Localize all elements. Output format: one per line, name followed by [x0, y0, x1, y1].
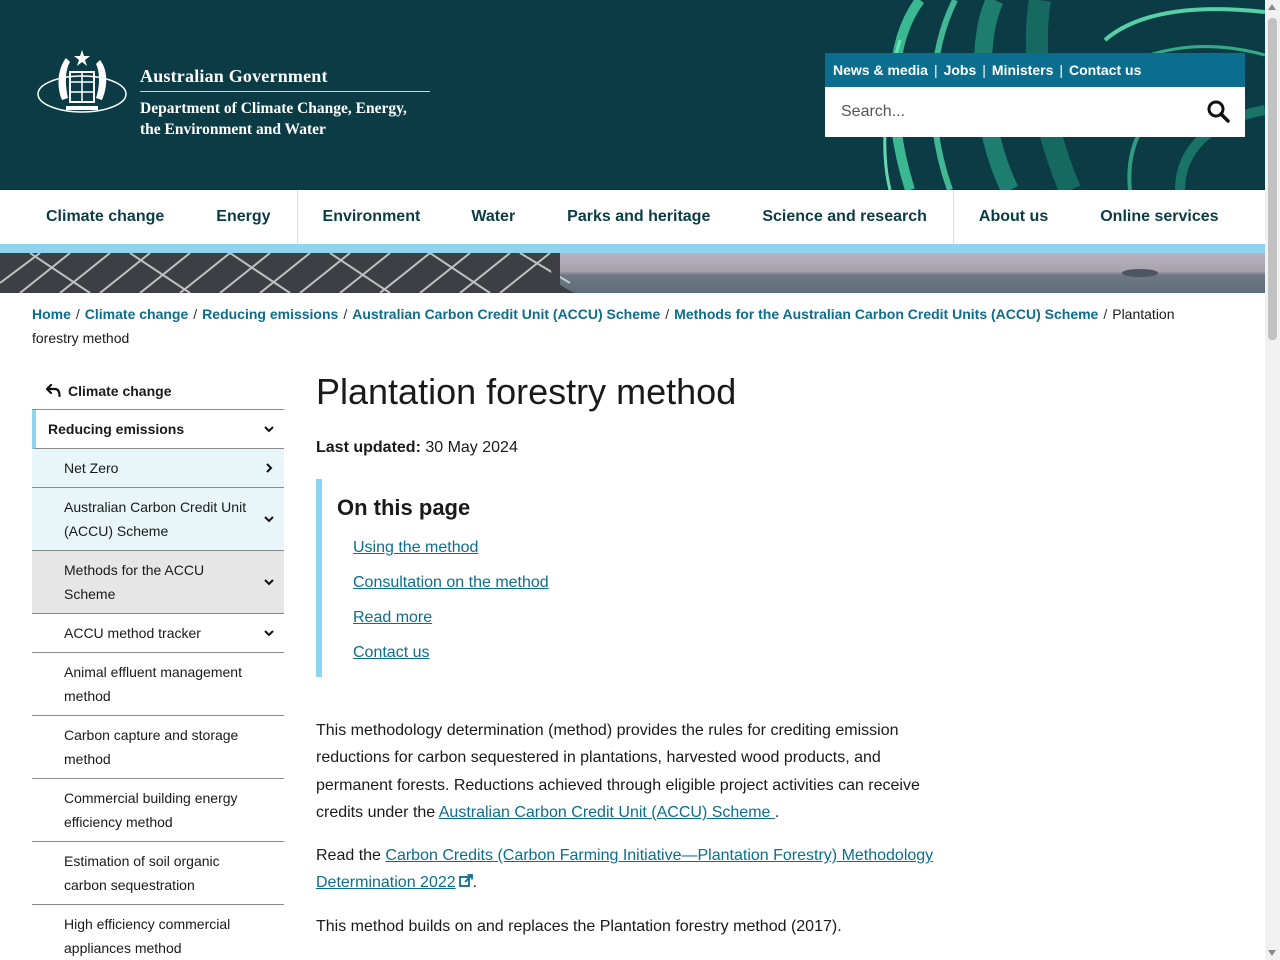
- util-link-contact-us[interactable]: Contact us: [1069, 62, 1141, 78]
- determination-end: .: [472, 874, 478, 892]
- util-separator: |: [1059, 62, 1064, 78]
- sidebar-item-label: High efficiency commercial appliances me…: [64, 916, 231, 956]
- util-link-news-media[interactable]: News & media: [833, 62, 928, 78]
- sidebar-item-soil-organic-carbon[interactable]: Estimation of soil organic carbon seques…: [32, 842, 284, 905]
- toc-link-read-more[interactable]: Read more: [353, 607, 716, 628]
- breadcrumb-separator: /: [75, 306, 80, 322]
- accu-scheme-link[interactable]: Australian Carbon Credit Unit (ACCU) Sch…: [439, 804, 775, 821]
- department-name-line2: the Environment and Water: [140, 121, 326, 138]
- sidebar-item-accu-methods[interactable]: Methods for the ACCU Scheme: [32, 551, 284, 614]
- breadcrumb-separator: /: [343, 306, 348, 322]
- util-link-ministers[interactable]: Ministers: [992, 62, 1053, 78]
- search-button[interactable]: [1205, 99, 1231, 125]
- chevron-down-icon: [264, 579, 274, 586]
- chevron-right-icon: [266, 463, 273, 473]
- search-box: [825, 87, 1245, 137]
- toc-link-consultation[interactable]: Consultation on the method: [353, 572, 716, 593]
- sidebar-item-label: Estimation of soil organic carbon seques…: [64, 853, 220, 893]
- sidebar-item-commercial-building[interactable]: Commercial building energy efficiency me…: [32, 779, 284, 842]
- breadcrumb-climate-change[interactable]: Climate change: [85, 306, 188, 322]
- page-title: Plantation forestry method: [316, 371, 737, 412]
- nav-climate-change[interactable]: Climate change: [0, 190, 190, 244]
- last-updated-label: Last updated:: [316, 439, 421, 456]
- breadcrumb-accu-methods[interactable]: Methods for the Australian Carbon Credit…: [674, 306, 1098, 322]
- sidebar-item-reducing-emissions[interactable]: Reducing emissions: [32, 410, 284, 449]
- determination-paragraph: Read the Carbon Credits (Carbon Farming …: [316, 842, 946, 897]
- scrollbar-thumb[interactable]: [1268, 18, 1277, 340]
- page-banner-image: [0, 253, 1265, 293]
- back-arrow-icon: [46, 384, 61, 397]
- scroll-down-arrow-icon[interactable]: [1268, 950, 1276, 956]
- department-name[interactable]: Department of Climate Change, Energy, th…: [140, 98, 440, 140]
- main-content: Plantation forestry method Last updated:…: [316, 370, 946, 940]
- sidebar-item-label: Reducing emissions: [48, 421, 185, 437]
- nav-online-services[interactable]: Online services: [1074, 190, 1244, 244]
- sidebar-item-commercial-appliances[interactable]: High efficiency commercial appliances me…: [32, 905, 284, 960]
- nav-environment[interactable]: Environment: [298, 190, 447, 244]
- logo-divider: [140, 91, 430, 92]
- nav-accent-strip: [0, 244, 1265, 253]
- scroll-up-arrow-icon[interactable]: [1268, 4, 1276, 10]
- main-navigation: Climate change Energy Environment Water …: [0, 190, 1265, 244]
- sidebar-item-label: ACCU method tracker: [64, 625, 201, 641]
- util-separator: |: [982, 62, 986, 78]
- sidebar-item-animal-effluent[interactable]: Animal effluent management method: [32, 653, 284, 716]
- breadcrumb-separator: /: [665, 306, 670, 322]
- chevron-down-icon: [264, 630, 274, 637]
- nav-about-us[interactable]: About us: [954, 190, 1074, 244]
- sidebar-back-link[interactable]: Climate change: [32, 372, 284, 410]
- nav-water[interactable]: Water: [446, 190, 541, 244]
- nav-science-research[interactable]: Science and research: [736, 190, 953, 244]
- breadcrumb: Home / Climate change / Reducing emissions / A…: [32, 302, 1212, 350]
- toc-link-contact-us[interactable]: Contact us: [353, 642, 716, 663]
- department-name-line1: Department of Climate Change, Energy,: [140, 100, 407, 117]
- australian-coat-of-arms-icon: [37, 50, 127, 113]
- sidebar-item-label: Carbon capture and storage method: [64, 727, 239, 767]
- nav-energy[interactable]: Energy: [190, 190, 296, 244]
- sidebar-item-label: Animal effluent management method: [64, 664, 242, 704]
- util-link-jobs[interactable]: Jobs: [944, 62, 977, 78]
- determination-link[interactable]: Carbon Credits (Carbon Farming Initiativ…: [316, 847, 933, 891]
- last-updated-date: 30 May 2024: [420, 439, 518, 456]
- breadcrumb-separator: /: [1103, 306, 1108, 322]
- util-separator: |: [933, 62, 938, 78]
- breadcrumb-separator: /: [193, 306, 198, 322]
- sidebar-item-label: Australian Carbon Credit Unit (ACCU) Sch…: [64, 499, 247, 539]
- sidebar-item-accu-scheme[interactable]: Australian Carbon Credit Unit (ACCU) Sch…: [32, 488, 284, 551]
- sidebar-back-label: Climate change: [68, 382, 172, 399]
- breadcrumb-reducing-emissions[interactable]: Reducing emissions: [202, 306, 338, 322]
- external-link-icon: [458, 874, 473, 888]
- intro-paragraph: This methodology determination (method) …: [316, 717, 946, 826]
- banner-pattern: [0, 253, 1158, 293]
- page-scrollbar[interactable]: [1265, 0, 1280, 960]
- determination-text: Read the: [316, 847, 386, 865]
- determination-link-text: Carbon Credits (Carbon Farming Initiativ…: [316, 847, 934, 892]
- government-name: Australian Government: [140, 66, 328, 86]
- sidebar-item-carbon-capture[interactable]: Carbon capture and storage method: [32, 716, 284, 779]
- sidebar-item-label: Commercial building energy efficiency me…: [64, 790, 238, 830]
- replaces-paragraph: This method builds on and replaces the P…: [316, 917, 842, 935]
- breadcrumb-accu-scheme[interactable]: Australian Carbon Credit Unit (ACCU) Sch…: [352, 306, 660, 322]
- sidebar-navigation: Climate change Reducing emissions Net Ze…: [32, 372, 284, 960]
- chevron-down-icon: [264, 516, 274, 523]
- breadcrumb-home[interactable]: Home: [32, 306, 71, 322]
- sidebar-item-label: Methods for the ACCU Scheme: [64, 562, 205, 602]
- search-input[interactable]: [825, 89, 1185, 135]
- toc-link-using-method[interactable]: Using the method: [353, 537, 716, 558]
- last-updated: Last updated: 30 May 2024: [316, 439, 946, 457]
- intro-end: .: [774, 803, 780, 821]
- sidebar-item-accu-method-tracker[interactable]: ACCU method tracker: [32, 614, 284, 653]
- sidebar-item-net-zero[interactable]: Net Zero: [32, 449, 284, 488]
- on-this-page-heading: On this page: [337, 495, 471, 520]
- search-icon: [1207, 100, 1230, 123]
- chevron-down-icon: [264, 426, 274, 433]
- sidebar-item-label: Net Zero: [64, 460, 119, 476]
- on-this-page-box: On this page Using the method Consultati…: [316, 479, 716, 677]
- utility-nav: News & media | Jobs | Ministers | Contac…: [825, 53, 1245, 87]
- nav-parks-heritage[interactable]: Parks and heritage: [541, 190, 736, 244]
